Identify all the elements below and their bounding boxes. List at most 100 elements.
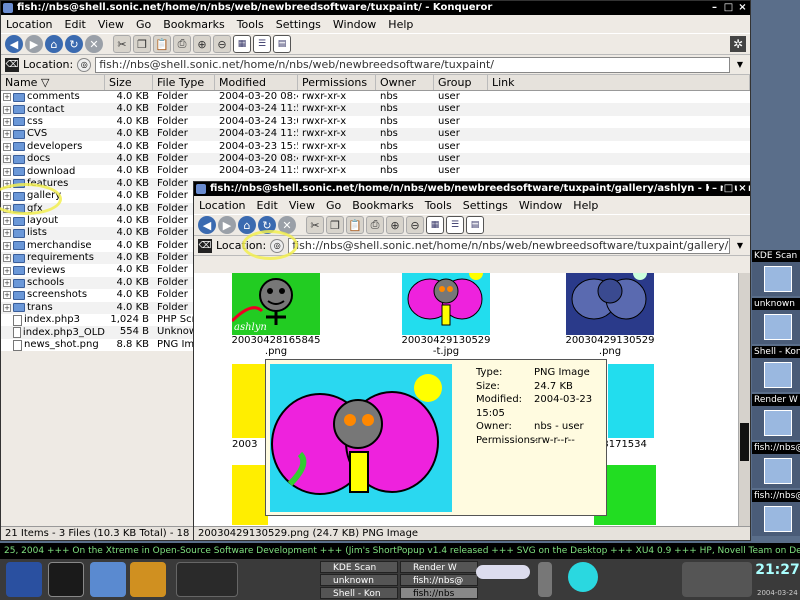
expand-icon[interactable]: + (3, 117, 11, 126)
taskbar-button[interactable]: Render W (400, 561, 478, 573)
thumbnail-image[interactable] (402, 273, 490, 335)
column-modified[interactable]: Modified (215, 75, 298, 90)
scrollbar-thumb[interactable] (740, 423, 749, 461)
location-input[interactable]: fish://nbs@shell.sonic.net/home/n/nbs/we… (95, 56, 730, 73)
dock-item[interactable]: KDE Scan (752, 250, 800, 296)
zoom-out-icon[interactable]: ⊖ (406, 216, 424, 234)
dock-item[interactable]: unknown (752, 298, 800, 344)
minimize-button[interactable]: – (709, 183, 720, 194)
pager-icon[interactable] (176, 562, 238, 597)
kde-menu-icon[interactable] (6, 562, 42, 597)
menu-help[interactable]: Help (572, 199, 599, 212)
menu-tools[interactable]: Tools (236, 18, 265, 31)
maximize-button[interactable]: □ (723, 183, 734, 194)
close-button[interactable]: × (737, 2, 748, 13)
menu-edit[interactable]: Edit (256, 199, 279, 212)
column-permissions[interactable]: Permissions (298, 75, 376, 90)
taskbar-button[interactable]: KDE Scan (320, 561, 398, 573)
table-row[interactable]: + docs 4.0 KB Folder 2004-03-20 08:46 rwxr-xr… (1, 152, 750, 166)
dock-item[interactable]: fish://nbs@ (752, 490, 800, 536)
thumbnail-image[interactable] (232, 465, 268, 525)
menu-window[interactable]: Window (518, 199, 563, 212)
home-icon[interactable]: ⌂ (45, 35, 63, 53)
menu-settings[interactable]: Settings (462, 199, 509, 212)
taskbar-button[interactable]: Shell - Kon (320, 587, 398, 599)
konqueror-icon[interactable] (3, 3, 13, 13)
expand-icon[interactable]: + (3, 217, 11, 226)
expand-icon[interactable]: + (3, 229, 11, 238)
expand-icon[interactable]: + (3, 130, 11, 139)
zoom-in-icon[interactable]: ⊕ (193, 35, 211, 53)
table-row[interactable]: + comments 4.0 KB Folder 2004-03-20 08:46 rwx… (1, 91, 750, 104)
paste-icon[interactable]: 📋 (346, 216, 364, 234)
globe-icon[interactable] (568, 562, 598, 592)
menu-bookmarks[interactable]: Bookmarks (351, 199, 414, 212)
menu-bookmarks[interactable]: Bookmarks (162, 18, 225, 31)
news-ticker[interactable]: 25, 2004 +++ On the Xtreme in Open-Sourc… (0, 543, 800, 559)
column-size[interactable]: Size (105, 75, 153, 90)
minimize-button[interactable]: – (709, 2, 720, 13)
zoom-in-icon[interactable]: ⊕ (386, 216, 404, 234)
dock-item[interactable]: fish://nbs@ (752, 442, 800, 488)
clear-location-icon[interactable]: ⌫ (5, 57, 19, 72)
chevron-down-icon[interactable]: ▼ (734, 57, 746, 73)
thumbnail-image[interactable] (566, 273, 654, 335)
print-icon[interactable]: ⎙ (173, 35, 191, 53)
location-input[interactable]: fish://nbs@shell.sonic.net/home/n/nbs/we… (288, 237, 730, 254)
dock-item[interactable]: Render W (752, 394, 800, 440)
table-row[interactable]: + CVS 4.0 KB Folder 2004-03-24 11:52 rwxr-xr-… (1, 128, 750, 141)
dock-item[interactable]: Shell - Kon (752, 346, 800, 392)
menu-go[interactable]: Go (135, 18, 152, 31)
copy-icon[interactable]: ❐ (133, 35, 151, 53)
expand-icon[interactable]: + (3, 155, 11, 164)
expand-icon[interactable]: + (3, 303, 11, 312)
maximize-button[interactable]: □ (723, 2, 734, 13)
tree-view-icon[interactable]: ▤ (466, 216, 484, 234)
clock-time[interactable]: 21:27 (755, 562, 800, 578)
expand-icon[interactable]: + (3, 254, 11, 263)
thumbnail-image[interactable] (608, 364, 654, 438)
table-row[interactable]: + developers 4.0 KB Folder 2004-03-23 15:58 r… (1, 140, 750, 153)
window1-titlebar[interactable]: fish://nbs@shell.sonic.net/home/n/nbs/we… (1, 1, 750, 15)
menu-edit[interactable]: Edit (64, 18, 87, 31)
thumbnail-item[interactable]: 20030429130529 .png (565, 273, 670, 357)
cut-icon[interactable]: ✂ (306, 216, 324, 234)
taskbar-button[interactable]: unknown (320, 574, 398, 586)
tree-view-icon[interactable]: ▤ (273, 35, 291, 53)
thumbnail-image[interactable]: ashlyn (232, 273, 320, 335)
detail-view-icon[interactable]: ☰ (446, 216, 464, 234)
menu-window[interactable]: Window (332, 18, 377, 31)
back-icon[interactable]: ◀ (198, 216, 216, 234)
thumbnail-item[interactable]: 03171534 (596, 364, 654, 450)
terminal-icon[interactable] (48, 562, 84, 597)
chevron-down-icon[interactable]: ▼ (734, 238, 746, 254)
column-owner[interactable]: Owner (376, 75, 434, 90)
konqueror-icon[interactable] (196, 184, 206, 194)
home-icon[interactable]: ⌂ (238, 216, 256, 234)
menu-location[interactable]: Location (5, 18, 54, 31)
reload-icon[interactable]: ↻ (65, 35, 83, 53)
system-tray-icon[interactable] (682, 562, 752, 597)
icon-view-icon[interactable]: ▦ (233, 35, 251, 53)
copy-icon[interactable]: ❐ (326, 216, 344, 234)
expand-icon[interactable]: + (3, 167, 11, 176)
volume-slider-icon[interactable] (538, 562, 552, 597)
thumbnail-item[interactable]: ashlyn 20030428165845 .png (231, 273, 336, 357)
clear-location-icon[interactable]: ⌫ (198, 238, 212, 253)
expand-icon[interactable]: + (3, 266, 11, 275)
paste-icon[interactable]: 📋 (153, 35, 171, 53)
detail-view-icon[interactable]: ☰ (253, 35, 271, 53)
column-group[interactable]: Group (434, 75, 488, 90)
expand-icon[interactable]: + (3, 279, 11, 288)
menu-view[interactable]: View (97, 18, 125, 31)
menu-settings[interactable]: Settings (275, 18, 322, 31)
window2-titlebar[interactable]: fish://nbs@shell.sonic.net/home/n/nbs/we… (194, 182, 750, 196)
menu-go[interactable]: Go (325, 199, 342, 212)
expand-icon[interactable]: + (3, 241, 11, 250)
icon-view-icon[interactable]: ▦ (426, 216, 444, 234)
back-icon[interactable]: ◀ (5, 35, 23, 53)
table-row[interactable]: + css 4.0 KB Folder 2004-03-24 13:09 rwxr-xr-… (1, 115, 750, 129)
zoom-out-icon[interactable]: ⊖ (213, 35, 231, 53)
column-link[interactable]: Link (488, 75, 750, 90)
expand-icon[interactable]: + (3, 291, 11, 300)
